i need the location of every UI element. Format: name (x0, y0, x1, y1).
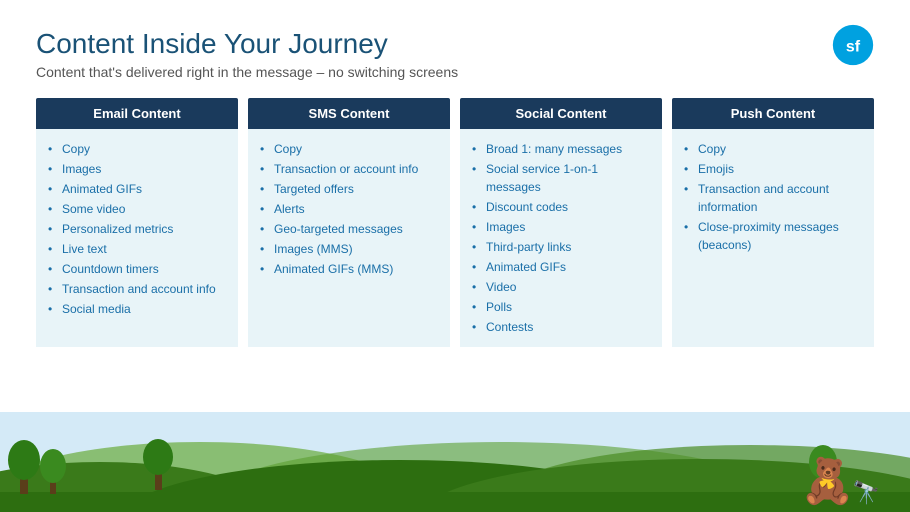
column-header-social: Social Content (460, 98, 662, 129)
list-item: Images (48, 159, 230, 179)
list-item: Transaction or account info (260, 159, 442, 179)
column-body-push: CopyEmojisTransaction and account inform… (672, 129, 874, 347)
list-item: Third-party links (472, 237, 654, 257)
list-item: Broad 1: many messages (472, 139, 654, 159)
list-item: Targeted offers (260, 179, 442, 199)
column-sms: SMS ContentCopyTransaction or account in… (248, 98, 450, 347)
list-item: Animated GIFs (MMS) (260, 259, 442, 279)
svg-text:sf: sf (846, 38, 861, 55)
list-item: Video (472, 277, 654, 297)
column-header-push: Push Content (672, 98, 874, 129)
column-body-social: Broad 1: many messagesSocial service 1-o… (460, 129, 662, 347)
column-email: Email ContentCopyImagesAnimated GIFsSome… (36, 98, 238, 347)
list-item: Geo-targeted messages (260, 219, 442, 239)
list-item: Contests (472, 317, 654, 337)
list-item: Transaction and account info (48, 279, 230, 299)
landscape-scene: 🧸 🔭 (0, 412, 910, 512)
column-body-sms: CopyTransaction or account infoTargeted … (248, 129, 450, 347)
list-item: Copy (684, 139, 866, 159)
binoculars-icon: 🔭 (853, 482, 880, 504)
column-body-email: CopyImagesAnimated GIFsSome videoPersona… (36, 129, 238, 347)
list-item: Countdown timers (48, 259, 230, 279)
list-item: Copy (260, 139, 442, 159)
list-item: Live text (48, 239, 230, 259)
page-subtitle: Content that's delivered right in the me… (36, 64, 874, 80)
list-item: Transaction and account information (684, 179, 866, 217)
list-item: Alerts (260, 199, 442, 219)
list-item: Animated GIFs (48, 179, 230, 199)
list-item: Discount codes (472, 197, 654, 217)
column-push: Push ContentCopyEmojisTransaction and ac… (672, 98, 874, 347)
list-item: Emojis (684, 159, 866, 179)
list-item: Polls (472, 297, 654, 317)
character-icon: 🧸 (800, 460, 855, 504)
list-item: Images (MMS) (260, 239, 442, 259)
column-social: Social ContentBroad 1: many messagesSoci… (460, 98, 662, 347)
list-item: Social service 1-on-1 messages (472, 159, 654, 197)
list-item: Some video (48, 199, 230, 219)
salesforce-logo: sf (832, 24, 874, 66)
list-item: Animated GIFs (472, 257, 654, 277)
column-header-email: Email Content (36, 98, 238, 129)
list-item: Social media (48, 299, 230, 319)
list-item: Copy (48, 139, 230, 159)
content-columns: Email ContentCopyImagesAnimated GIFsSome… (36, 98, 874, 347)
list-item: Close-proximity messages (beacons) (684, 217, 866, 255)
slide: sf Content Inside Your Journey Content t… (0, 0, 910, 512)
list-item: Images (472, 217, 654, 237)
column-header-sms: SMS Content (248, 98, 450, 129)
list-item: Personalized metrics (48, 219, 230, 239)
page-title: Content Inside Your Journey (36, 28, 874, 60)
